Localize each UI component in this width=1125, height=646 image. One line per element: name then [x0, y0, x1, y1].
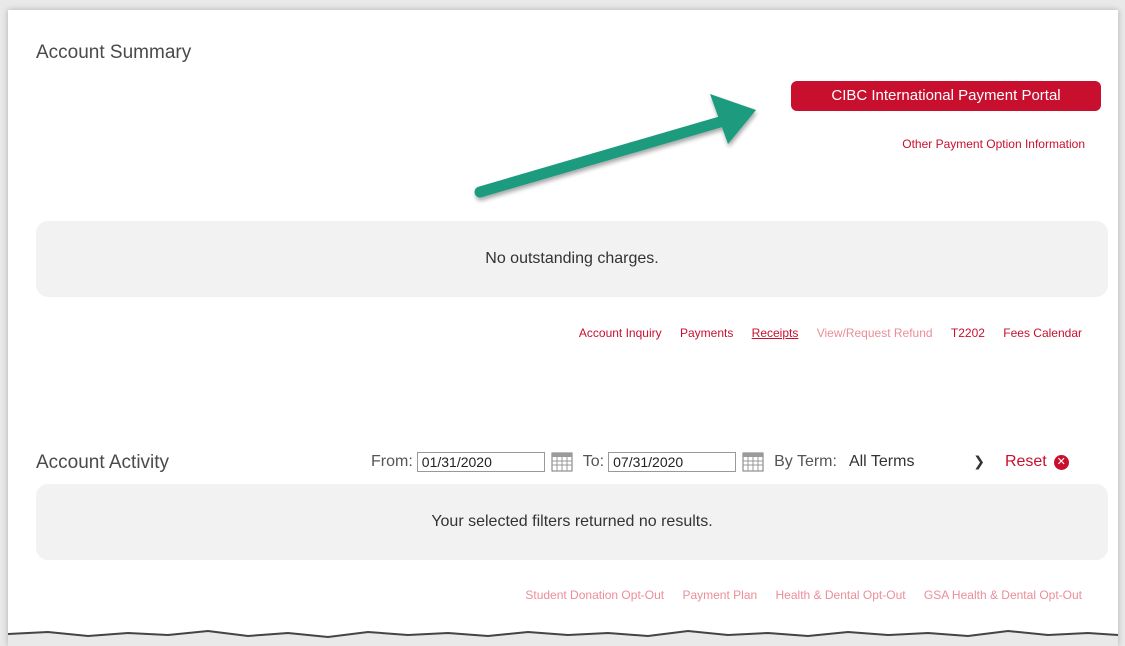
- payments-link[interactable]: Payments: [680, 326, 733, 340]
- student-donation-opt-out-link[interactable]: Student Donation Opt-Out: [525, 588, 664, 602]
- from-date-input[interactable]: [416, 452, 545, 472]
- account-activity-title: Account Activity: [36, 452, 170, 473]
- summary-links-row: Account Inquiry Payments Receipts View/R…: [564, 326, 1082, 340]
- term-select-value: All Terms: [848, 453, 915, 470]
- page: Account Summary CIBC International Payme…: [8, 10, 1118, 646]
- from-label: From:: [371, 453, 413, 470]
- receipts-link[interactable]: Receipts: [752, 326, 799, 340]
- term-select[interactable]: All Terms ❯: [849, 453, 995, 471]
- annotation-arrow: [474, 94, 756, 198]
- calendar-icon[interactable]: [551, 452, 573, 472]
- other-payment-option-link[interactable]: Other Payment Option Information: [902, 137, 1085, 151]
- close-circle-icon: ✕: [1053, 454, 1069, 470]
- reset-label: Reset: [1004, 453, 1047, 470]
- no-results-message: Your selected filters returned no result…: [431, 513, 713, 530]
- account-inquiry-link[interactable]: Account Inquiry: [579, 326, 662, 340]
- to-label: To:: [582, 453, 605, 470]
- activity-filter-bar: From: To: By Term: All Terms ❯ Reset ✕: [371, 450, 1069, 474]
- outstanding-charges-message: No outstanding charges.: [485, 250, 659, 267]
- payment-plan-link[interactable]: Payment Plan: [682, 588, 757, 602]
- health-dental-opt-out-link[interactable]: Health & Dental Opt-Out: [776, 588, 906, 602]
- cibc-payment-portal-button[interactable]: CIBC International Payment Portal: [791, 81, 1101, 111]
- by-term-label: By Term:: [774, 453, 837, 470]
- calendar-icon[interactable]: [742, 452, 764, 472]
- t2202-link[interactable]: T2202: [951, 326, 985, 340]
- torn-edge-divider: [8, 629, 1118, 646]
- activity-links-row: Student Donation Opt-Out Payment Plan He…: [510, 588, 1082, 602]
- view-request-refund-link[interactable]: View/Request Refund: [817, 326, 933, 340]
- chevron-down-icon: ❯: [973, 453, 985, 469]
- to-date-input[interactable]: [608, 452, 737, 472]
- activity-results-panel: Your selected filters returned no result…: [36, 484, 1108, 560]
- fees-calendar-link[interactable]: Fees Calendar: [1003, 326, 1082, 340]
- gsa-health-dental-opt-out-link[interactable]: GSA Health & Dental Opt-Out: [924, 588, 1082, 602]
- account-summary-title: Account Summary: [36, 42, 192, 63]
- reset-filters-link[interactable]: Reset ✕: [1005, 453, 1069, 471]
- outstanding-charges-panel: No outstanding charges.: [36, 221, 1108, 297]
